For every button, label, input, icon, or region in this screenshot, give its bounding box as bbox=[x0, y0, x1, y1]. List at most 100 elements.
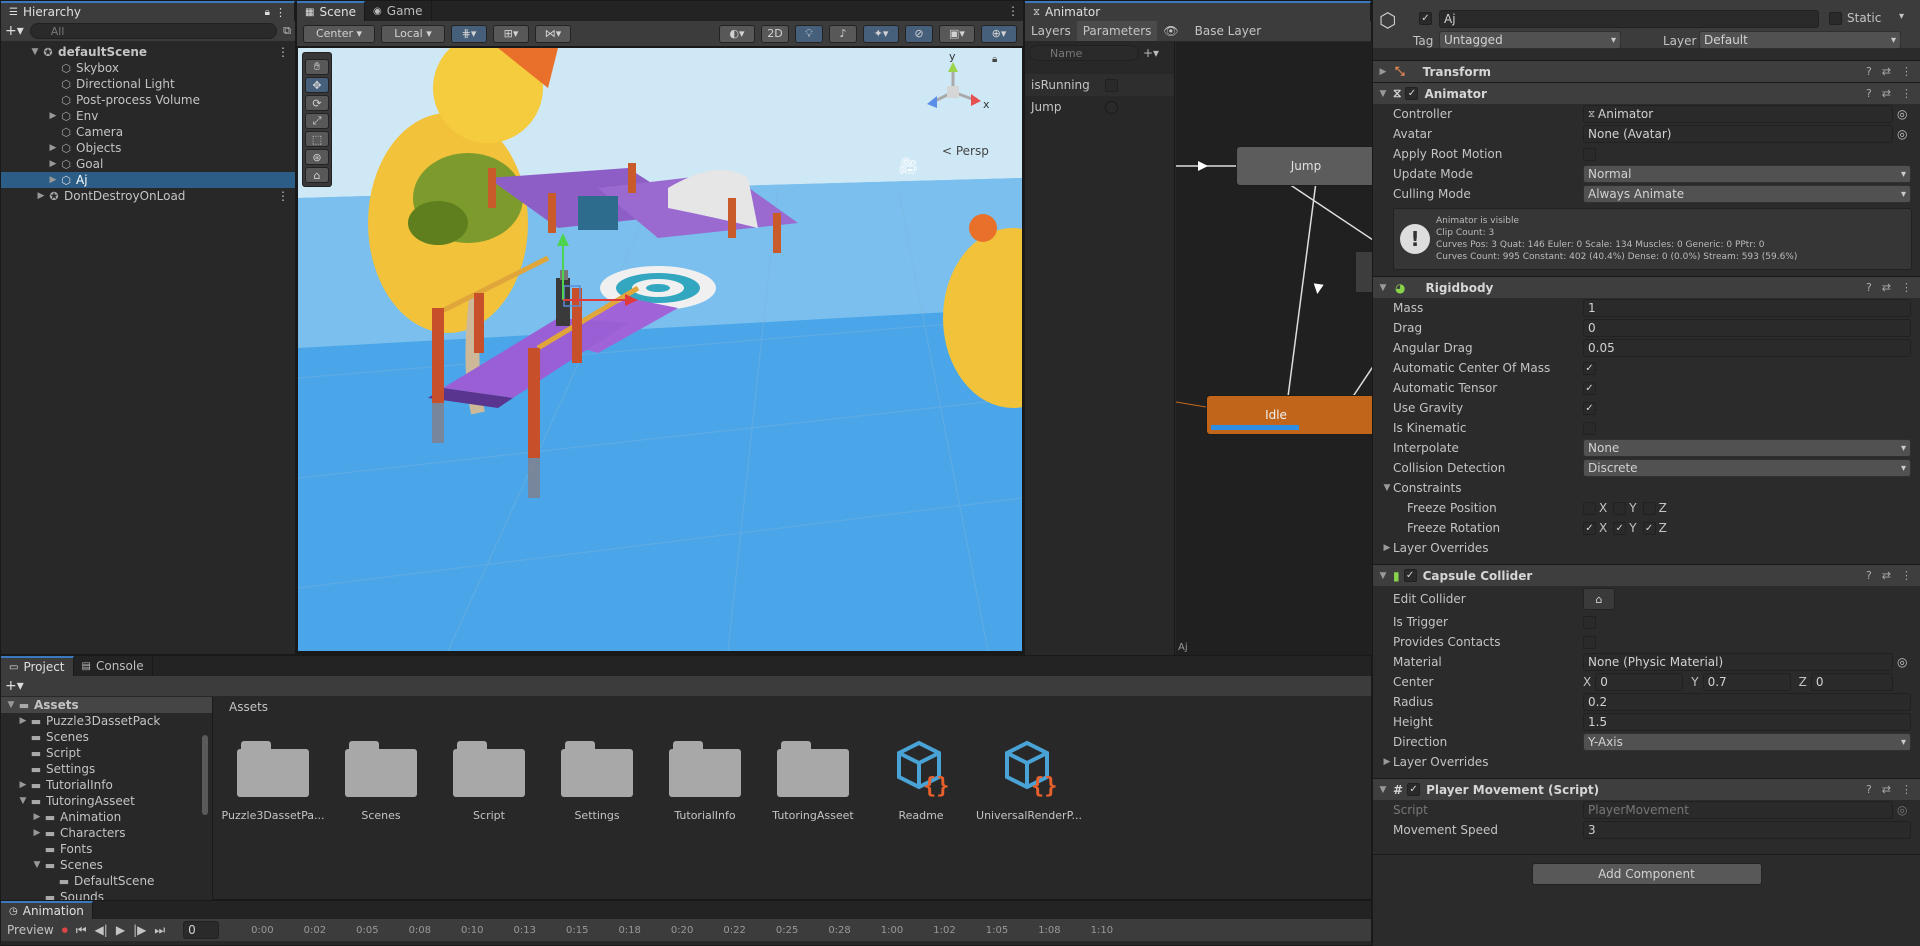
freeze-position-x-checkbox[interactable] bbox=[1583, 501, 1596, 515]
chevron-down-icon[interactable]: ▼ bbox=[1377, 283, 1389, 293]
preview-toggle[interactable]: Preview bbox=[7, 923, 54, 937]
object-name-field[interactable]: Aj bbox=[1439, 10, 1819, 28]
tree-item[interactable]: ▼ ▬ TutoringAsseet bbox=[1, 793, 212, 809]
component-transform-header[interactable]: ▶ ⤡ Transform ? ⇄ ⋮ bbox=[1373, 60, 1920, 82]
more-menu-icon[interactable]: ⋮ bbox=[1901, 569, 1912, 582]
add-parameter-icon[interactable]: +▾ bbox=[1143, 46, 1159, 60]
interpolate-dropdown[interactable]: None bbox=[1583, 439, 1911, 457]
more-menu-icon[interactable]: ⋮ bbox=[1901, 783, 1912, 796]
add-icon[interactable]: +▾ bbox=[5, 678, 24, 694]
preset-icon[interactable]: ⇄ bbox=[1882, 87, 1891, 100]
tree-item[interactable]: ▬ DefaultScene bbox=[1, 873, 212, 889]
animator-breadcrumb[interactable]: Base Layer bbox=[1185, 24, 1262, 38]
tree-item[interactable]: ▬ Scenes bbox=[1, 729, 212, 745]
eye-icon[interactable]: 👁︎ bbox=[1157, 24, 1184, 38]
preset-icon[interactable]: ⇄ bbox=[1882, 569, 1891, 582]
height-field[interactable]: 1.5 bbox=[1583, 713, 1911, 731]
tab-console[interactable]: ▤ Console bbox=[73, 656, 153, 676]
rect-tool-icon[interactable]: ⬚ bbox=[305, 131, 329, 147]
auto-tensor-checkbox[interactable]: ✓ bbox=[1583, 381, 1596, 395]
state-jump[interactable]: Jump bbox=[1236, 146, 1373, 186]
more-menu-icon[interactable]: ⋮ bbox=[277, 189, 295, 203]
collision-detection-dropdown[interactable]: Discrete bbox=[1583, 459, 1911, 477]
tree-scrollbar[interactable] bbox=[202, 735, 208, 815]
freeze-rotation-y-checkbox[interactable]: ✓ bbox=[1613, 521, 1627, 535]
hierarchy-item-env[interactable]: ▶ ⬡ Env bbox=[1, 108, 295, 124]
tree-item[interactable]: ▬ Script bbox=[1, 745, 212, 761]
hierarchy-search-input[interactable]: All bbox=[29, 23, 278, 39]
apply-root-motion-checkbox[interactable] bbox=[1583, 147, 1596, 161]
preset-icon[interactable]: ⇄ bbox=[1882, 783, 1891, 796]
avatar-field[interactable]: None (Avatar) bbox=[1583, 125, 1893, 143]
edit-collider-button[interactable]: ⌂ bbox=[1583, 588, 1615, 610]
lock-icon[interactable]: 🔒︎ bbox=[992, 54, 997, 65]
camera-settings-dropdown[interactable]: ▣▾ bbox=[939, 24, 975, 43]
component-capsule-collider-header[interactable]: ▼ ▮ ✓ Capsule Collider ? ⇄ ⋮ bbox=[1373, 564, 1920, 586]
chevron-down-icon[interactable]: ▼ bbox=[1381, 483, 1393, 493]
hierarchy-item-post-process-volume[interactable]: ⬡ Post-process Volume bbox=[1, 92, 295, 108]
chevron-down-icon[interactable]: ▼ bbox=[1377, 89, 1389, 99]
chevron-right-icon[interactable]: ▶ bbox=[47, 111, 59, 121]
tab-animator[interactable]: ⧖ Animator bbox=[1025, 1, 1371, 21]
projection-toggle[interactable]: < Persp bbox=[942, 144, 989, 158]
last-keyframe-icon[interactable]: ⏭ bbox=[154, 923, 165, 938]
edit-collider-tool-icon[interactable]: ⌂ bbox=[305, 167, 329, 183]
more-menu-icon[interactable]: ⋮ bbox=[1901, 65, 1912, 78]
movement-speed-field[interactable]: 3 bbox=[1583, 821, 1911, 839]
help-icon[interactable]: ? bbox=[1866, 281, 1872, 294]
gizmos-dropdown[interactable]: ⊕▾ bbox=[981, 24, 1017, 43]
scale-tool-icon[interactable]: ⤢ bbox=[305, 113, 329, 129]
tree-item[interactable]: ▬ Fonts bbox=[1, 841, 212, 857]
direction-dropdown[interactable]: Y-Axis bbox=[1583, 733, 1911, 751]
layer-overrides-foldout[interactable]: ▶ Layer Overrides bbox=[1373, 538, 1920, 558]
space-local-dropdown[interactable]: Local ▾ bbox=[381, 24, 445, 43]
next-keyframe-icon[interactable]: |▶ bbox=[133, 923, 146, 937]
radius-field[interactable]: 0.2 bbox=[1583, 693, 1911, 711]
grid-visibility-button[interactable]: ⋈▾ bbox=[535, 24, 571, 43]
is-trigger-checkbox[interactable] bbox=[1583, 615, 1596, 629]
hand-tool-icon[interactable]: ✋︎ bbox=[305, 59, 329, 75]
hierarchy-item-dontdestroyonload[interactable]: ▶ ✪ DontDestroyOnLoad ⋮ bbox=[1, 188, 295, 204]
state-idle[interactable]: Idle bbox=[1206, 395, 1373, 435]
chevron-down-icon[interactable]: ▼ bbox=[17, 796, 29, 806]
freeze-position-z-checkbox[interactable] bbox=[1642, 501, 1656, 515]
lock-icon[interactable]: 🔒︎ bbox=[265, 7, 270, 18]
provides-contacts-checkbox[interactable] bbox=[1583, 635, 1596, 649]
timeline-ruler[interactable]: 0:00 0:02 0:05 0:08 0:10 0:13 0:15 0:18 … bbox=[251, 925, 1113, 936]
asset-item[interactable]: {} UniversalRenderP... bbox=[976, 739, 1082, 822]
preset-icon[interactable]: ⇄ bbox=[1882, 65, 1891, 78]
controller-field[interactable]: ⧖ Animator bbox=[1583, 105, 1893, 123]
culling-mode-dropdown[interactable]: Always Animate bbox=[1583, 185, 1911, 203]
tab-layers[interactable]: Layers bbox=[1025, 24, 1077, 38]
chevron-down-icon[interactable]: ▾ bbox=[1899, 11, 1904, 22]
chevron-down-icon[interactable]: ▼ bbox=[1377, 785, 1389, 795]
chevron-down-icon[interactable]: ▼ bbox=[5, 700, 17, 710]
tree-item[interactable]: ▶ ▬ TutorialInfo bbox=[1, 777, 212, 793]
object-picker-icon[interactable]: ◎ bbox=[1897, 107, 1907, 121]
center-x-field[interactable]: 0 bbox=[1595, 673, 1684, 691]
hierarchy-item-aj[interactable]: ▶ ⬡ Aj bbox=[1, 172, 295, 188]
static-checkbox[interactable] bbox=[1829, 12, 1842, 25]
asset-item[interactable]: {} Readme bbox=[885, 739, 957, 822]
asset-item[interactable]: Script bbox=[453, 739, 525, 822]
chevron-right-icon[interactable]: ▶ bbox=[1381, 757, 1393, 767]
more-menu-icon[interactable]: ⋮ bbox=[1007, 4, 1019, 18]
is-kinematic-checkbox[interactable] bbox=[1583, 421, 1596, 435]
effects-dropdown[interactable]: ✦▾ bbox=[863, 24, 899, 43]
help-icon[interactable]: ? bbox=[1866, 87, 1872, 100]
asset-item[interactable]: Settings bbox=[561, 739, 633, 822]
more-menu-icon[interactable]: ⋮ bbox=[1901, 281, 1912, 294]
hierarchy-item-defaultscene[interactable]: ▼ ✪ defaultScene ⋮ bbox=[1, 44, 295, 60]
hierarchy-item-directional-light[interactable]: ⬡ Directional Light bbox=[1, 76, 295, 92]
tree-item-assets[interactable]: ▼ ▬ Assets bbox=[1, 697, 212, 713]
chevron-right-icon[interactable]: ▶ bbox=[31, 812, 43, 822]
chevron-right-icon[interactable]: ▶ bbox=[47, 159, 59, 169]
transform-tool-icon[interactable]: ⊛ bbox=[305, 149, 329, 165]
record-icon[interactable]: ⏺ bbox=[62, 923, 68, 938]
tag-dropdown[interactable]: Untagged bbox=[1439, 31, 1621, 49]
component-enabled-checkbox[interactable]: ✓ bbox=[1407, 783, 1421, 796]
update-mode-dropdown[interactable]: Normal bbox=[1583, 165, 1911, 183]
help-icon[interactable]: ? bbox=[1866, 569, 1872, 582]
tree-item[interactable]: ▶ ▬ Puzzle3DassetPack bbox=[1, 713, 212, 729]
asset-item[interactable]: TutorialInfo bbox=[669, 739, 741, 822]
